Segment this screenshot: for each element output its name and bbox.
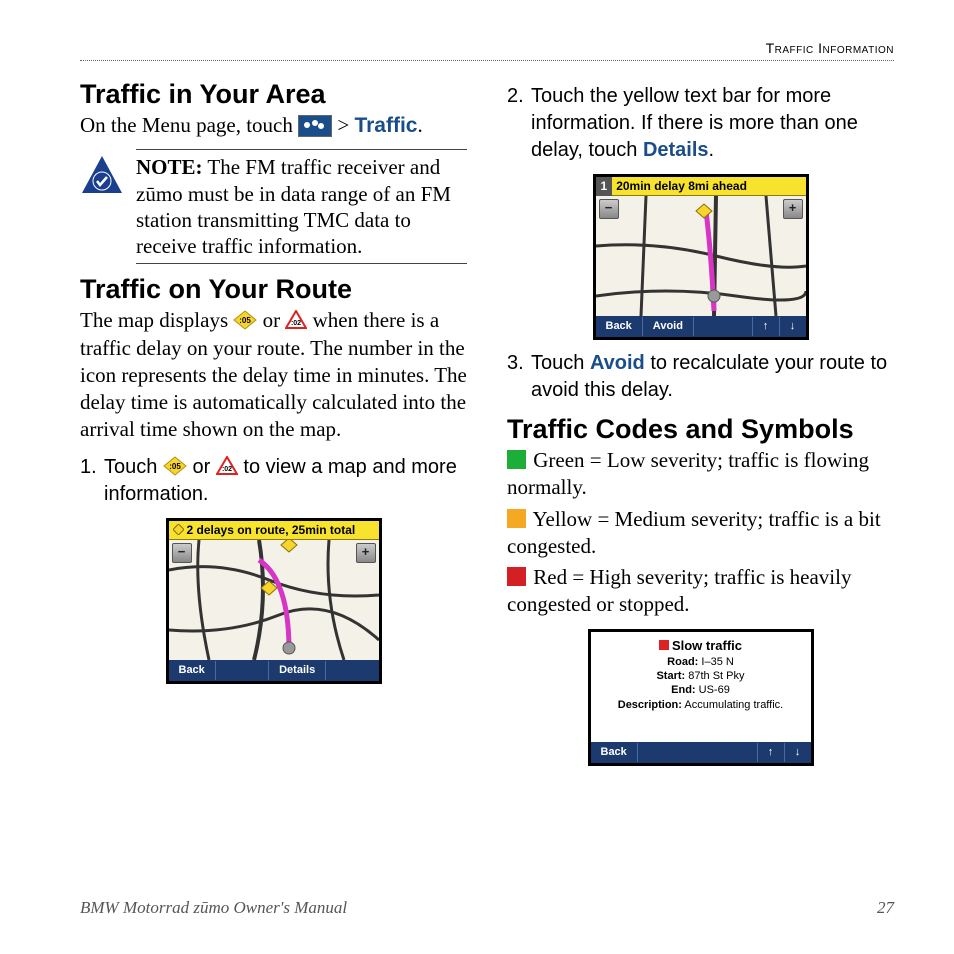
red-swatch (507, 567, 526, 586)
svg-text::02: :02 (291, 320, 301, 327)
svg-text::05: :05 (169, 462, 181, 471)
delay-badge-02-icon: :02 (216, 456, 238, 476)
svg-text::02: :02 (222, 466, 232, 473)
severity-yellow: Yellow = Medium severity; traffic is a b… (507, 506, 894, 561)
left-column: Traffic in Your Area On the Menu page, t… (80, 69, 467, 776)
paragraph-menu-touch: On the Menu page, touch > Traffic. (80, 112, 467, 139)
svg-text::05: :05 (240, 316, 252, 325)
delay-badge-05-icon: :05 (233, 310, 257, 330)
severity-indicator-icon (659, 640, 669, 650)
detail-title: Slow traffic (672, 638, 742, 653)
up-arrow-button[interactable]: ↑ (757, 743, 784, 762)
tab-1[interactable]: 1 (596, 177, 613, 196)
checkmark-triangle-icon (80, 153, 124, 197)
page-header: Traffic Information (80, 40, 894, 61)
heading-traffic-route: Traffic on Your Route (80, 274, 467, 305)
right-column: 2. Touch the yellow text bar for more in… (507, 69, 894, 776)
step-1: 1. Touch :05 or :02 to view a map and mo… (80, 454, 467, 508)
zoom-in-button[interactable]: + (356, 543, 376, 563)
alert-bar[interactable]: 20min delay 8mi ahead (612, 177, 805, 196)
back-button[interactable]: Back (169, 661, 216, 680)
heading-traffic-codes: Traffic Codes and Symbols (507, 414, 894, 445)
down-arrow-button[interactable]: ↓ (784, 743, 811, 762)
back-button[interactable]: Back (591, 743, 638, 762)
map-graphic (596, 196, 806, 316)
avoid-button[interactable]: Avoid (643, 317, 694, 336)
screenshot-detail: Slow traffic Road: I–35 N Start: 87th St… (507, 629, 894, 766)
step-3: 3. Touch Avoid to recalculate your route… (507, 350, 894, 404)
alert-diamond-icon (173, 524, 184, 535)
alert-bar[interactable]: 2 delays on route, 25min total (169, 521, 379, 540)
detail-road: I–35 N (698, 656, 733, 668)
heading-traffic-area: Traffic in Your Area (80, 79, 467, 110)
zoom-out-button[interactable]: − (172, 543, 192, 563)
page-number: 27 (877, 898, 894, 918)
delay-badge-02-icon: :02 (285, 310, 307, 330)
note-block: NOTE: The FM traffic receiver and zūmo m… (80, 149, 467, 264)
menu-icon (298, 115, 332, 137)
back-button[interactable]: Back (596, 317, 643, 336)
severity-green: Green = Low severity; traffic is flowing… (507, 447, 894, 502)
detail-start: 87th St Pky (685, 670, 744, 682)
zoom-in-button[interactable]: + (783, 199, 803, 219)
yellow-swatch (507, 509, 526, 528)
green-swatch (507, 450, 526, 469)
screenshot-delays-on-route: 2 delays on route, 25min total (80, 518, 467, 684)
note-label: NOTE: (136, 155, 203, 179)
down-arrow-button[interactable]: ↓ (779, 317, 806, 336)
step-2: 2. Touch the yellow text bar for more in… (507, 83, 894, 164)
map-graphic (169, 540, 379, 660)
details-button[interactable]: Details (268, 661, 326, 680)
detail-description: Accumulating traffic. (682, 699, 783, 711)
severity-red: Red = High severity; traffic is heavily … (507, 564, 894, 619)
paragraph-map-displays: The map displays :05 or :02 when there i… (80, 307, 467, 443)
zoom-out-button[interactable]: − (599, 199, 619, 219)
detail-end: US-69 (696, 684, 730, 696)
screenshot-delay-ahead: 1 20min delay 8mi ahead (507, 174, 894, 340)
footer-title: BMW Motorrad zūmo Owner's Manual (80, 898, 347, 918)
up-arrow-button[interactable]: ↑ (752, 317, 779, 336)
delay-badge-05-icon: :05 (163, 456, 187, 476)
